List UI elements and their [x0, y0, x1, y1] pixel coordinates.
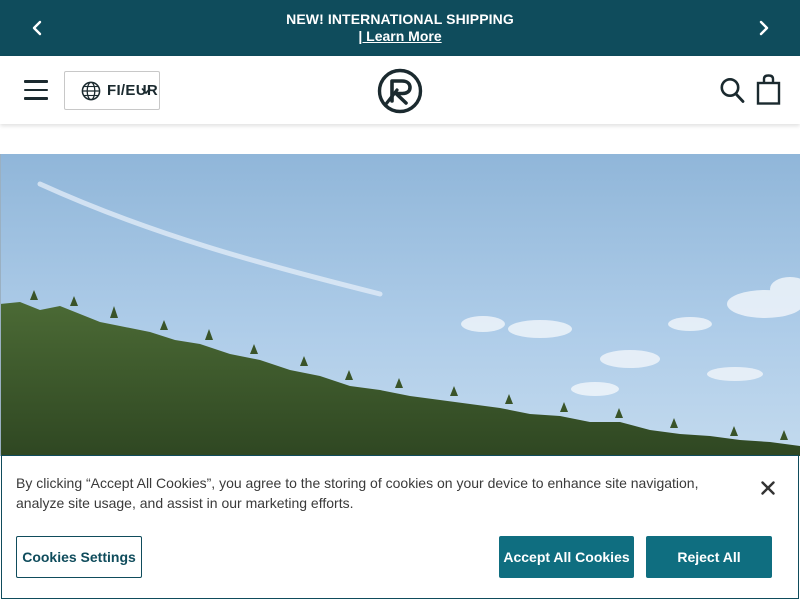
learn-more-link[interactable]: | Learn More [358, 28, 441, 44]
announcement-bar: NEW! INTERNATIONAL SHIPPING | Learn More [0, 0, 800, 56]
site-header: FI/EUR [0, 56, 800, 124]
chevron-down-icon [141, 87, 151, 95]
accept-all-cookies-button[interactable]: Accept All Cookies [499, 536, 634, 578]
hamburger-icon-line-middle [24, 88, 48, 91]
hero-image [0, 154, 800, 456]
close-icon [761, 481, 775, 495]
chevron-right-icon [759, 20, 769, 36]
shopping-bag-icon[interactable] [756, 74, 782, 106]
cookies-settings-button[interactable]: Cookies Settings [16, 536, 142, 578]
country-selector[interactable]: FI/EUR [64, 71, 160, 110]
close-cookie-banner-button[interactable] [757, 477, 779, 499]
globe-icon [81, 81, 101, 101]
search-icon[interactable] [719, 76, 745, 104]
reject-all-button[interactable]: Reject All [646, 536, 772, 578]
hero-landscape [0, 154, 800, 456]
announcement-link-wrapper: | Learn More [0, 28, 800, 44]
announcement-message: NEW! INTERNATIONAL SHIPPING [286, 11, 514, 27]
hamburger-icon-line-top [24, 80, 48, 83]
page: NEW! INTERNATIONAL SHIPPING | Learn More… [0, 0, 800, 600]
next-announcement-button[interactable] [754, 18, 774, 38]
brand-logo[interactable] [377, 68, 423, 114]
hamburger-icon-line-bottom [24, 97, 48, 100]
cookie-consent-text: By clicking “Accept All Cookies”, you ag… [16, 475, 699, 511]
menu-button[interactable] [24, 80, 48, 100]
cookie-consent-banner: By clicking “Accept All Cookies”, you ag… [1, 455, 799, 599]
